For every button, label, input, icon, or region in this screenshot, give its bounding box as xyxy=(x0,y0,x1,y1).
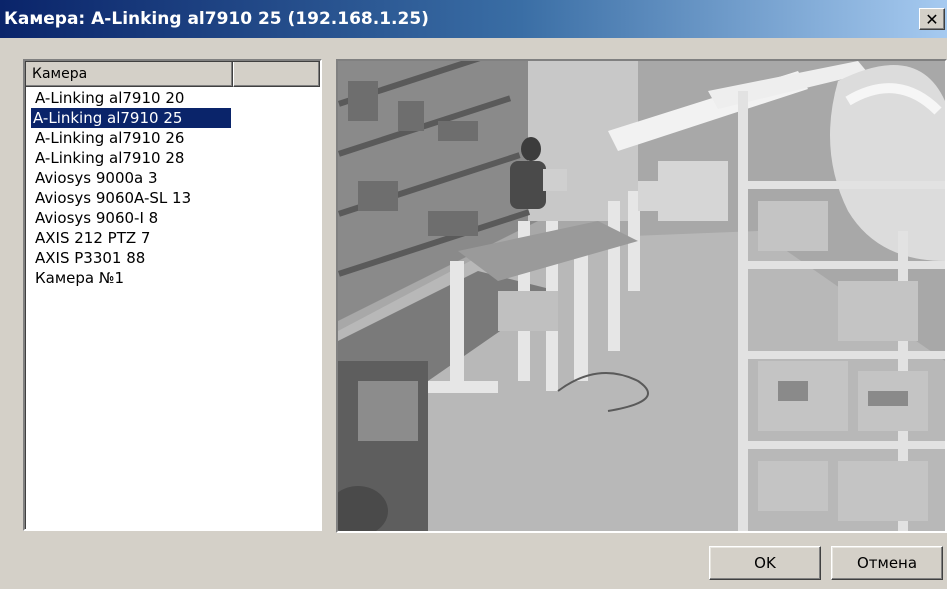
close-icon: ✕ xyxy=(925,9,939,29)
list-item[interactable]: Aviosys 9000a 3 xyxy=(25,168,320,188)
list-item[interactable]: Камера №1 xyxy=(25,268,320,288)
column-header-camera[interactable]: Камера xyxy=(25,61,233,87)
title-bar: Камера: A-Linking al7910 25 (192.168.1.2… xyxy=(0,0,947,38)
list-item[interactable]: A-Linking al7910 28 xyxy=(25,148,320,168)
camera-preview xyxy=(336,59,947,533)
camera-feed-image xyxy=(338,61,945,531)
list-item[interactable]: Aviosys 9060-I 8 xyxy=(25,208,320,228)
list-item[interactable]: AXIS P3301 88 xyxy=(25,248,320,268)
list-items: A-Linking al7910 20 A-Linking al7910 25 … xyxy=(25,87,320,288)
list-item[interactable]: AXIS 212 PTZ 7 xyxy=(25,228,320,248)
column-header-empty[interactable] xyxy=(233,61,320,87)
ok-button[interactable]: OK xyxy=(709,546,821,580)
close-button[interactable]: ✕ xyxy=(919,8,945,30)
list-item[interactable]: Aviosys 9060A-SL 13 xyxy=(25,188,320,208)
list-item[interactable]: A-Linking al7910 26 xyxy=(25,128,320,148)
list-item[interactable]: A-Linking al7910 20 xyxy=(25,88,320,108)
list-item-selected[interactable]: A-Linking al7910 25 xyxy=(25,108,320,128)
cancel-button[interactable]: Отмена xyxy=(831,546,943,580)
list-header: Камера xyxy=(25,61,320,87)
camera-list[interactable]: Камера A-Linking al7910 20 A-Linking al7… xyxy=(23,59,322,531)
window-title: Камера: A-Linking al7910 25 (192.168.1.2… xyxy=(4,9,429,29)
